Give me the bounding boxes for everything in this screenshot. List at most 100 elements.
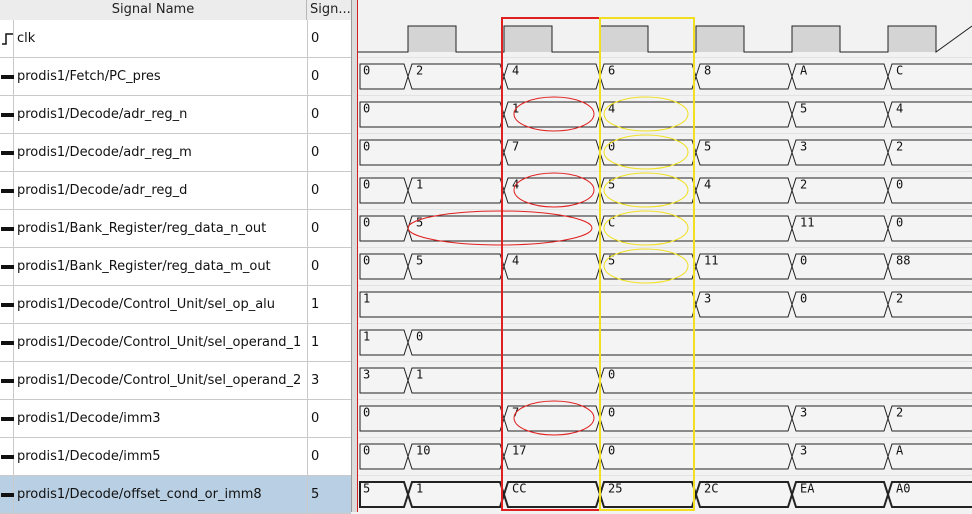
clock-waveform-glyph bbox=[2, 33, 13, 45]
clock-high-fill bbox=[696, 26, 744, 52]
bus-signal-icon bbox=[0, 476, 14, 513]
signal-value: 0 bbox=[307, 96, 351, 133]
clock-high-fill bbox=[792, 26, 840, 52]
waveform-view[interactable]: 0 2 4 6 8 A C0 1 4 5 40 7 0 5 3 20 1 4 5 4 2 00 5 C 11 00 5 4 5 11 0 88… bbox=[358, 0, 972, 512]
bus-value-label: 5 bbox=[416, 254, 423, 268]
bus-segment bbox=[407, 329, 972, 356]
signal-row[interactable]: prodis1/Decode/imm3 0 bbox=[0, 400, 351, 438]
signal-row[interactable]: prodis1/Decode/Control_Unit/sel_operand_… bbox=[0, 362, 351, 400]
bus-bar-glyph bbox=[1, 75, 14, 79]
bus-value-label: 5 bbox=[704, 140, 711, 154]
signal-row[interactable]: prodis1/Decode/adr_reg_m 0 bbox=[0, 134, 351, 172]
bus-segment bbox=[599, 367, 972, 394]
signal-name: prodis1/Decode/Control_Unit/sel_operand_… bbox=[17, 335, 302, 350]
bus-signal-icon bbox=[0, 210, 14, 247]
bus-segment bbox=[599, 215, 793, 242]
signal-row[interactable]: clk 0 bbox=[0, 20, 351, 58]
time-cursor-line[interactable] bbox=[357, 0, 358, 512]
bus-value-label: 0 bbox=[800, 292, 807, 306]
bus-signal-icon bbox=[0, 324, 14, 361]
bus-value-label: 6 bbox=[608, 64, 615, 78]
bus-segment bbox=[599, 101, 793, 128]
signal-value: 3 bbox=[307, 362, 351, 399]
bus-value-label: 0 bbox=[416, 330, 423, 344]
bus-bar-glyph bbox=[1, 417, 14, 421]
bus-value-label: 88 bbox=[896, 254, 910, 268]
bus-value-label: 2 bbox=[896, 292, 903, 306]
bus-value-label: 4 bbox=[608, 102, 615, 116]
bus-value-label: 11 bbox=[800, 216, 814, 230]
bus-signal-icon bbox=[0, 438, 14, 475]
signal-value: 0 bbox=[307, 58, 351, 95]
bus-value-label: CC bbox=[512, 482, 526, 496]
bus-value-label: 0 bbox=[608, 368, 615, 382]
signal-row[interactable]: prodis1/Decode/adr_reg_n 0 bbox=[0, 96, 351, 134]
bus-value-label: 3 bbox=[704, 292, 711, 306]
signal-row[interactable]: prodis1/Bank_Register/reg_data_n_out 0 bbox=[0, 210, 351, 248]
bus-signal-icon bbox=[0, 134, 14, 171]
bus-segment bbox=[599, 405, 793, 432]
signal-row[interactable]: prodis1/Bank_Register/reg_data_m_out 0 bbox=[0, 248, 351, 286]
signal-name: prodis1/Decode/adr_reg_d bbox=[17, 183, 188, 198]
bus-signal-icon bbox=[0, 286, 14, 323]
signal-row[interactable]: prodis1/Decode/Control_Unit/sel_operand_… bbox=[0, 324, 351, 362]
bus-value-label: 5 bbox=[363, 482, 370, 496]
bus-segment bbox=[359, 291, 697, 318]
bus-bar-glyph bbox=[1, 265, 14, 269]
bus-value-label: 0 bbox=[896, 216, 903, 230]
bus-bar-glyph bbox=[1, 303, 14, 307]
signal-name: prodis1/Fetch/PC_pres bbox=[17, 69, 161, 84]
signal-name: prodis1/Bank_Register/reg_data_n_out bbox=[17, 221, 267, 236]
bus-value-label: 3 bbox=[800, 444, 807, 458]
bus-value-label: 3 bbox=[363, 368, 370, 382]
bus-segment bbox=[407, 367, 601, 394]
signal-name: prodis1/Decode/offset_cond_or_imm8 bbox=[17, 487, 262, 502]
bus-value-label: 3 bbox=[800, 406, 807, 420]
bus-value-label: 0 bbox=[608, 444, 615, 458]
bus-value-label: 2 bbox=[800, 178, 807, 192]
signal-value: 1 bbox=[307, 286, 351, 323]
clock-signal-icon bbox=[0, 20, 14, 57]
bus-value-label: 4 bbox=[512, 64, 519, 78]
signal-name: prodis1/Decode/imm3 bbox=[17, 411, 161, 426]
bus-value-label: 2 bbox=[896, 140, 903, 154]
signal-value: 1 bbox=[307, 324, 351, 361]
bus-value-label: 7 bbox=[512, 140, 519, 154]
bus-value-label: 4 bbox=[512, 254, 519, 268]
bus-value-label: 2 bbox=[416, 64, 423, 78]
bus-value-label: 5 bbox=[800, 102, 807, 116]
signal-list-header: Signal Name Sign... bbox=[0, 0, 351, 21]
signal-name: prodis1/Decode/Control_Unit/sel_operand_… bbox=[17, 373, 302, 388]
column-header-signal-value[interactable]: Sign... bbox=[307, 0, 351, 20]
bus-signal-icon bbox=[0, 400, 14, 437]
bus-segment bbox=[407, 215, 601, 242]
bus-value-label: C bbox=[608, 216, 615, 230]
bus-value-label: 1 bbox=[363, 330, 370, 344]
bus-value-label: 5 bbox=[608, 178, 615, 192]
bus-signal-icon bbox=[0, 362, 14, 399]
bus-value-label: 2C bbox=[704, 482, 718, 496]
signal-value: 0 bbox=[307, 210, 351, 247]
signal-row[interactable]: prodis1/Decode/offset_cond_or_imm8 5 bbox=[0, 476, 351, 514]
bus-signal-icon bbox=[0, 172, 14, 209]
clock-high-fill bbox=[504, 26, 552, 52]
signal-row[interactable]: prodis1/Decode/adr_reg_d 0 bbox=[0, 172, 351, 210]
bus-value-label: 0 bbox=[363, 102, 370, 116]
signal-name: clk bbox=[17, 31, 36, 46]
bus-value-label: 0 bbox=[800, 254, 807, 268]
bus-value-label: 4 bbox=[704, 178, 711, 192]
column-header-signal-name[interactable]: Signal Name bbox=[0, 0, 307, 20]
bus-value-label: 1 bbox=[416, 178, 423, 192]
signal-value: 0 bbox=[307, 20, 351, 57]
signal-row[interactable]: prodis1/Decode/Control_Unit/sel_op_alu 1 bbox=[0, 286, 351, 324]
signal-value: 0 bbox=[307, 172, 351, 209]
bus-signal-icon bbox=[0, 96, 14, 133]
signal-row[interactable]: prodis1/Fetch/PC_pres 0 bbox=[0, 58, 351, 96]
bus-bar-glyph bbox=[1, 493, 14, 497]
bus-segment bbox=[359, 101, 505, 128]
bus-segment bbox=[359, 139, 505, 166]
signal-value: 0 bbox=[307, 134, 351, 171]
bus-value-label: EA bbox=[800, 482, 815, 496]
bus-value-label: 10 bbox=[416, 444, 430, 458]
signal-row[interactable]: prodis1/Decode/imm5 0 bbox=[0, 438, 351, 476]
